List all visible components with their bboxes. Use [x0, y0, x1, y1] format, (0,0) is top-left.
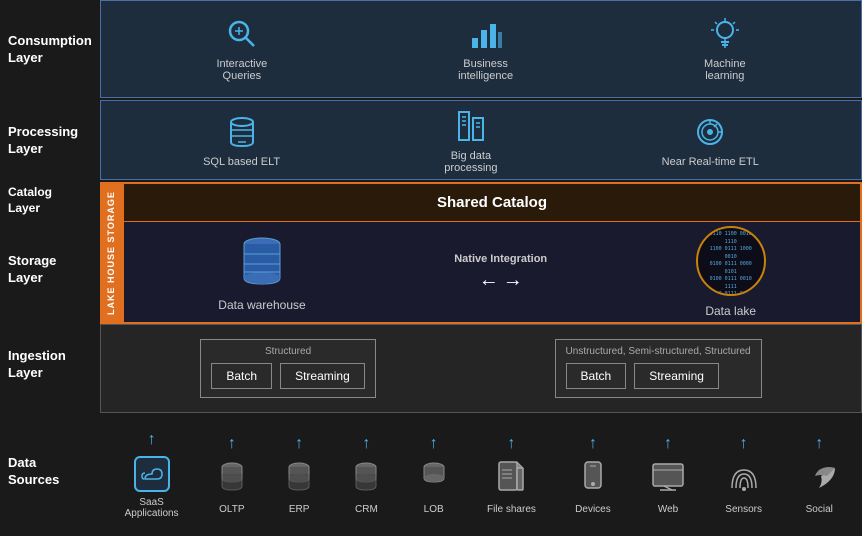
sensors-label: Sensors — [725, 504, 762, 515]
consumption-layer: InteractiveQueries Businessintelligence — [100, 0, 862, 98]
labels-column: Consumption Layer Processing Layer Catal… — [0, 0, 100, 536]
fileshares-item: ↑ File shares — [487, 435, 536, 515]
big-data-label: Big dataprocessing — [444, 150, 497, 174]
interactive-queries-label: InteractiveQueries — [216, 58, 267, 82]
native-integration: Native Integration ← → — [454, 253, 547, 292]
crm-label: CRM — [355, 504, 378, 515]
saas-icon — [134, 456, 170, 492]
fileshares-arrow: ↑ — [507, 435, 515, 453]
search-icon — [223, 15, 261, 53]
social-item: ↑ Social — [801, 435, 837, 515]
fileshares-icon — [495, 460, 527, 499]
arrow-left-icon: ← — [479, 269, 499, 292]
content-column: InteractiveQueries Businessintelligence — [100, 0, 862, 536]
unstructured-group: Unstructured, Semi-structured, Structure… — [555, 339, 762, 398]
structured-group: Structured Batch Streaming — [200, 339, 375, 398]
interactive-queries-item: InteractiveQueries — [216, 15, 267, 82]
web-arrow: ↑ — [664, 435, 672, 453]
saas-label: SaaSApplications — [125, 497, 179, 519]
social-arrow: ↑ — [815, 435, 823, 453]
lob-arrow: ↑ — [430, 435, 438, 453]
machine-learning-item: Machinelearning — [704, 15, 746, 82]
structured-batch-button[interactable]: Batch — [211, 363, 272, 389]
saas-item: ↑ SaaSApplications — [125, 431, 179, 519]
warehouse-icon — [235, 232, 289, 290]
unstructured-title: Unstructured, Semi-structured, Structure… — [566, 346, 751, 357]
sensors-item: ↑ Sensors — [725, 435, 762, 515]
saas-arrow: ↑ — [148, 431, 156, 449]
erp-item: ↑ ERP — [285, 435, 313, 515]
processing-layer: SQL based ELT Big dataprocessing — [100, 100, 862, 180]
unstructured-streaming-button[interactable]: Streaming — [634, 363, 719, 389]
data-warehouse-item: Data warehouse — [218, 232, 305, 312]
ingestion-layer-label: Ingestion Layer — [0, 320, 100, 410]
storage-layer: Data warehouse Native Integration ← → — [124, 222, 860, 322]
oltp-label: OLTP — [219, 504, 244, 515]
lob-icon — [420, 460, 448, 499]
consumption-layer-label: Consumption Layer — [0, 0, 100, 100]
oltp-arrow: ↑ — [228, 435, 236, 453]
lakehouse-side-label: LAKE HOUSE STORAGE — [100, 182, 122, 324]
realtime-etl-label: Near Real-time ETL — [662, 156, 759, 168]
sensors-arrow: ↑ — [740, 435, 748, 453]
erp-arrow: ↑ — [295, 435, 303, 453]
devices-arrow: ↑ — [589, 435, 597, 453]
datalake-label: Data lake — [705, 304, 756, 318]
devices-label: Devices — [575, 504, 611, 515]
social-icon — [801, 460, 837, 499]
lob-item: ↑ LOB — [420, 435, 448, 515]
erp-icon — [285, 460, 313, 499]
chart-icon — [467, 15, 505, 53]
crm-icon — [352, 460, 380, 499]
sql-elt-item: SQL based ELT — [203, 113, 280, 168]
crm-item: ↑ CRM — [352, 435, 380, 515]
realtime-etl-item: Near Real-time ETL — [662, 113, 759, 168]
shared-catalog-title: Shared Catalog — [437, 194, 547, 211]
etl-icon — [691, 113, 729, 151]
structured-title: Structured — [211, 346, 364, 357]
unstructured-batch-button[interactable]: Batch — [566, 363, 627, 389]
processing-layer-label: Processing Layer — [0, 100, 100, 182]
arrow-right-icon: → — [503, 269, 523, 292]
main-container: Consumption Layer Processing Layer Catal… — [0, 0, 862, 536]
bulb-icon — [706, 15, 744, 53]
ingestion-layer: Structured Batch Streaming Unstructured,… — [100, 324, 862, 412]
sql-elt-label: SQL based ELT — [203, 156, 280, 168]
business-intelligence-label: Businessintelligence — [458, 58, 513, 82]
crm-arrow: ↑ — [362, 435, 370, 453]
machine-learning-label: Machinelearning — [704, 58, 746, 82]
data-lake-item: 0011 1001 0110 0111 0110 1100 0010 1110 … — [696, 226, 766, 318]
erp-label: ERP — [289, 504, 310, 515]
oltp-item: ↑ OLTP — [218, 435, 246, 515]
sensors-icon — [726, 460, 762, 499]
warehouse-label: Data warehouse — [218, 298, 305, 312]
social-label: Social — [806, 504, 833, 515]
lakehouse-section: LAKE HOUSE STORAGE Shared Catalog — [100, 182, 862, 324]
catalog-layer-label: CatalogLayer — [0, 182, 100, 220]
devices-item: ↑ Devices — [575, 435, 611, 515]
storage-layer-label: StorageLayer — [0, 220, 100, 320]
datasources-layer: ↑ SaaSApplications ↑ — [100, 415, 862, 536]
fileshares-label: File shares — [487, 504, 536, 515]
oltp-icon — [218, 460, 246, 499]
web-item: ↑ Web — [650, 435, 686, 515]
big-data-item: Big dataprocessing — [444, 107, 497, 174]
bigdata-icon — [452, 107, 490, 145]
structured-streaming-button[interactable]: Streaming — [280, 363, 365, 389]
web-label: Web — [658, 504, 678, 515]
web-icon — [650, 460, 686, 499]
data-lake-icon: 0011 1001 0110 0111 0110 1100 0010 1110 … — [696, 226, 766, 296]
datasources-layer-label: Data Sources — [0, 410, 100, 534]
catalog-layer: Shared Catalog — [124, 184, 860, 222]
integration-label: Native Integration — [454, 253, 547, 265]
business-intelligence-item: Businessintelligence — [458, 15, 513, 82]
database-icon — [223, 113, 261, 151]
lakehouse-content: Shared Catalog — [122, 182, 862, 324]
lob-label: LOB — [424, 504, 444, 515]
devices-icon — [579, 460, 607, 499]
